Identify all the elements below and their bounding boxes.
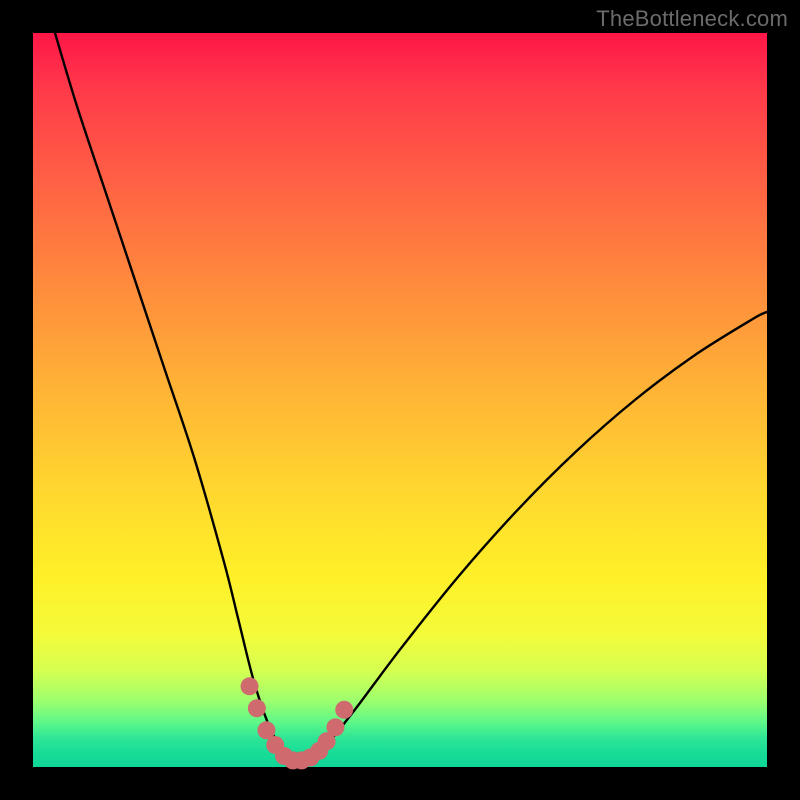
chart-plot-area	[33, 33, 767, 767]
marker-dot	[326, 718, 344, 736]
marker-dot	[248, 699, 266, 717]
bottleneck-curve	[55, 33, 767, 762]
chart-svg	[33, 33, 767, 767]
marker-dot	[335, 701, 353, 719]
chart-frame: TheBottleneck.com	[0, 0, 800, 800]
marker-dot	[241, 677, 259, 695]
watermark-text: TheBottleneck.com	[596, 6, 788, 32]
